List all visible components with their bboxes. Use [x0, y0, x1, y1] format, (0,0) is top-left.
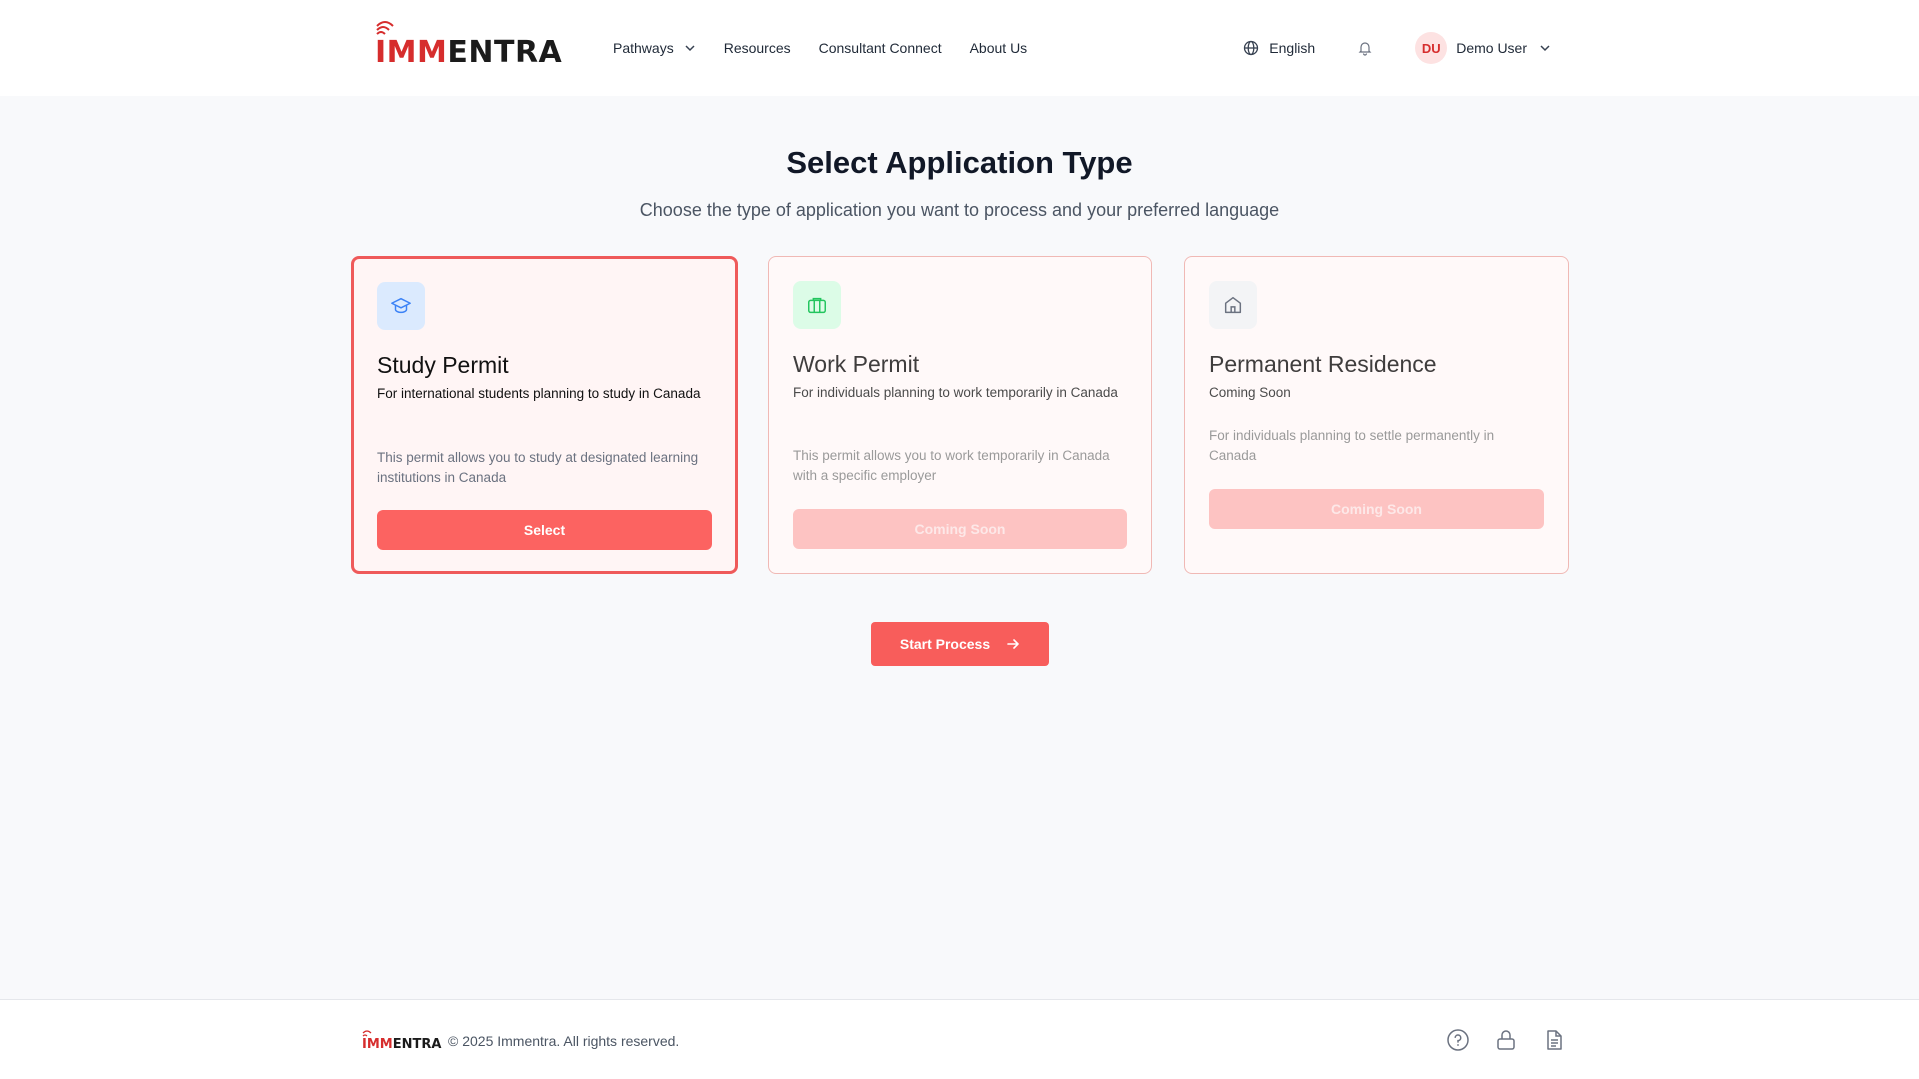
study-permit-card[interactable]: Study Permit For international students …	[351, 256, 738, 574]
work-permit-card[interactable]: Work Permit For individuals planning to …	[768, 256, 1152, 574]
logo-signal-icon	[362, 1030, 372, 1037]
lock-icon[interactable]	[1494, 1028, 1518, 1052]
help-circle-icon[interactable]	[1446, 1028, 1470, 1052]
select-button[interactable]: Select	[377, 510, 712, 550]
brand-logo[interactable]: IMMENTRA	[375, 20, 562, 68]
footer-icons	[1446, 1028, 1566, 1052]
card-title: Permanent Residence	[1209, 351, 1437, 377]
nav-about-us-label: About Us	[969, 40, 1028, 56]
graduation-cap-icon	[391, 297, 411, 314]
top-navbar: IMMENTRA Pathways Resources Consultant C…	[0, 0, 1919, 96]
page-subtitle: Choose the type of application you want …	[639, 200, 1280, 220]
nav-consultant-connect-label: Consultant Connect	[818, 40, 942, 56]
permanent-residence-card[interactable]: Permanent Residence Coming Soon For indi…	[1184, 256, 1569, 574]
footer-wordmark: IMMENTRA	[362, 1037, 442, 1052]
briefcase-icon	[808, 297, 826, 314]
language-label: English	[1269, 40, 1316, 56]
card-description: This permit allows you to work temporari…	[793, 448, 1110, 483]
footer: IMMENTRA © 2025 Immentra. All rights res…	[0, 999, 1919, 1079]
card-subtitle: For international students planning to s…	[377, 386, 701, 401]
coming-soon-button[interactable]: Coming Soon	[1209, 489, 1544, 529]
user-name: Demo User	[1456, 40, 1527, 56]
nav-consultant-connect[interactable]: Consultant Connect	[819, 40, 942, 56]
home-icon	[1224, 296, 1242, 314]
header-actions: English DU Demo User	[1243, 0, 1551, 96]
main-nav: Pathways Resources Consultant Connect Ab…	[613, 0, 1055, 96]
copyright-text: © 2025 Immentra. All rights reserved.	[448, 1033, 680, 1049]
card-subtitle: Coming Soon	[1209, 385, 1291, 400]
card-title: Work Permit	[793, 351, 920, 377]
card-subtitle: For individuals planning to work tempora…	[793, 385, 1118, 400]
chevron-down-icon	[685, 45, 695, 52]
nav-resources[interactable]: Resources	[724, 40, 791, 56]
nav-about-us[interactable]: About Us	[970, 40, 1028, 56]
document-icon[interactable]	[1542, 1028, 1566, 1052]
arrow-right-icon	[1007, 639, 1019, 649]
start-process-label: Start Process	[899, 636, 991, 652]
bell-icon[interactable]	[1357, 40, 1373, 56]
logo-signal-icon	[376, 21, 394, 35]
brand-wordmark: IMMENTRA	[375, 35, 563, 70]
nav-pathways-label: Pathways	[613, 40, 674, 56]
coming-soon-button[interactable]: Coming Soon	[793, 509, 1127, 549]
user-menu[interactable]: DU Demo User	[1415, 32, 1551, 64]
chevron-down-icon	[1540, 45, 1550, 52]
card-title: Study Permit	[377, 352, 509, 378]
card-icon-container	[377, 282, 425, 330]
card-icon-container	[1209, 281, 1257, 329]
card-description: This permit allows you to study at desig…	[377, 450, 699, 485]
card-description: For individuals planning to settle perma…	[1209, 428, 1495, 463]
language-selector[interactable]: English	[1243, 40, 1315, 56]
page-title: Select Application Type	[786, 145, 1133, 180]
card-icon-container	[793, 281, 841, 329]
nav-resources-label: Resources	[723, 40, 791, 56]
nav-pathways[interactable]: Pathways	[613, 40, 696, 56]
avatar: DU	[1415, 32, 1448, 64]
globe-icon	[1244, 40, 1259, 56]
start-process-button[interactable]: Start Process	[871, 622, 1049, 666]
